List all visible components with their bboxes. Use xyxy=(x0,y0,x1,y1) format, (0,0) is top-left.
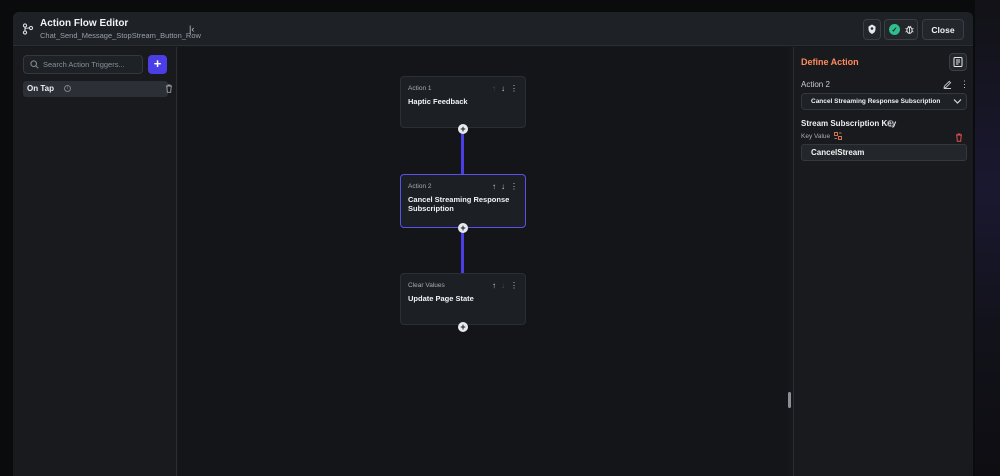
key-value-input[interactable] xyxy=(801,144,967,161)
trigger-label: On Tap xyxy=(27,84,54,93)
validation-status-button[interactable]: ✓ xyxy=(884,19,918,40)
variable-icon[interactable] xyxy=(834,132,842,140)
trash-icon[interactable] xyxy=(955,133,963,142)
editor-header: Action Flow Editor Chat_Send_Message_Sto… xyxy=(13,12,973,46)
share-button[interactable] xyxy=(863,19,881,40)
define-action-panel: Define Action Action 2 ⋮ Cancel Streamin… xyxy=(793,47,973,476)
add-trigger-button[interactable]: + xyxy=(148,55,167,74)
flow-canvas[interactable]: Action 1 ↑ ↓ ⋮ Haptic Feedback + Action … xyxy=(178,47,789,476)
check-circle-icon: ✓ xyxy=(889,24,900,35)
action-type-select[interactable]: Cancel Streaming Response Subscription xyxy=(801,93,967,110)
key-section-title: Stream Subscription Key xyxy=(801,119,897,128)
action-triggers-panel: + On Tap i xyxy=(13,47,177,476)
search-input[interactable] xyxy=(43,58,139,71)
node-title: Haptic Feedback xyxy=(408,97,468,106)
editor-title: Action Flow Editor xyxy=(40,18,129,29)
widget-name: Chat_Send_Message_StopStream_Button_Row xyxy=(40,31,201,40)
trigger-search[interactable] xyxy=(23,55,143,74)
node-title: Cancel Streaming Response Subscription xyxy=(408,195,510,213)
more-options-icon[interactable]: ⋮ xyxy=(510,84,518,93)
more-options-icon[interactable]: ⋮ xyxy=(960,79,969,89)
trigger-item-on-tap[interactable]: On Tap i xyxy=(23,81,172,97)
action-node-1[interactable]: Action 1 ↑ ↓ ⋮ Haptic Feedback xyxy=(400,76,526,128)
action-node-3[interactable]: Clear Values ↑ ↓ ⋮ Update Page State xyxy=(400,273,526,325)
move-up-icon[interactable]: ↑ xyxy=(492,182,496,191)
documentation-button[interactable] xyxy=(949,53,967,71)
action-type-value: Cancel Streaming Response Subscription xyxy=(811,98,941,105)
add-action-button[interactable]: + xyxy=(458,124,468,134)
panel-resize-handle[interactable] xyxy=(788,392,791,408)
key-value-label: Key Value xyxy=(801,133,831,140)
move-down-icon[interactable]: ↓ xyxy=(501,281,505,290)
collapse-panel-icon[interactable]: |‹ xyxy=(189,24,201,34)
trash-icon[interactable] xyxy=(165,84,173,93)
document-icon xyxy=(953,57,963,67)
action-flow-editor-window: Action Flow Editor Chat_Send_Message_Sto… xyxy=(13,12,973,476)
action-node-2[interactable]: Action 2 ↑ ↓ ⋮ Cancel Streaming Response… xyxy=(400,174,526,228)
add-action-button[interactable]: + xyxy=(458,322,468,332)
info-icon[interactable]: i xyxy=(887,120,894,127)
move-up-icon[interactable]: ↑ xyxy=(492,281,496,290)
search-icon xyxy=(30,60,39,69)
node-caption: Action 1 xyxy=(408,85,432,92)
panel-title: Define Action xyxy=(801,57,859,67)
chevron-down-icon xyxy=(953,99,962,104)
info-icon[interactable]: i xyxy=(64,85,71,92)
move-down-icon[interactable]: ↓ xyxy=(501,84,505,93)
flow-icon xyxy=(22,23,34,35)
connector-line xyxy=(461,228,464,273)
node-caption: Action 2 xyxy=(408,183,432,190)
more-options-icon[interactable]: ⋮ xyxy=(510,281,518,290)
bug-icon xyxy=(905,25,914,34)
move-up-icon[interactable]: ↑ xyxy=(492,84,496,93)
connector-line xyxy=(461,129,464,175)
background-glow xyxy=(975,0,1000,476)
node-caption: Clear Values xyxy=(408,282,445,289)
edit-icon[interactable] xyxy=(943,80,952,89)
action-name: Action 2 xyxy=(801,80,830,89)
node-title: Update Page State xyxy=(408,294,474,303)
move-down-icon[interactable]: ↓ xyxy=(501,182,505,191)
more-options-icon[interactable]: ⋮ xyxy=(510,182,518,191)
add-action-button[interactable]: + xyxy=(458,223,468,233)
close-button[interactable]: Close xyxy=(922,19,964,40)
share-icon xyxy=(868,24,876,34)
